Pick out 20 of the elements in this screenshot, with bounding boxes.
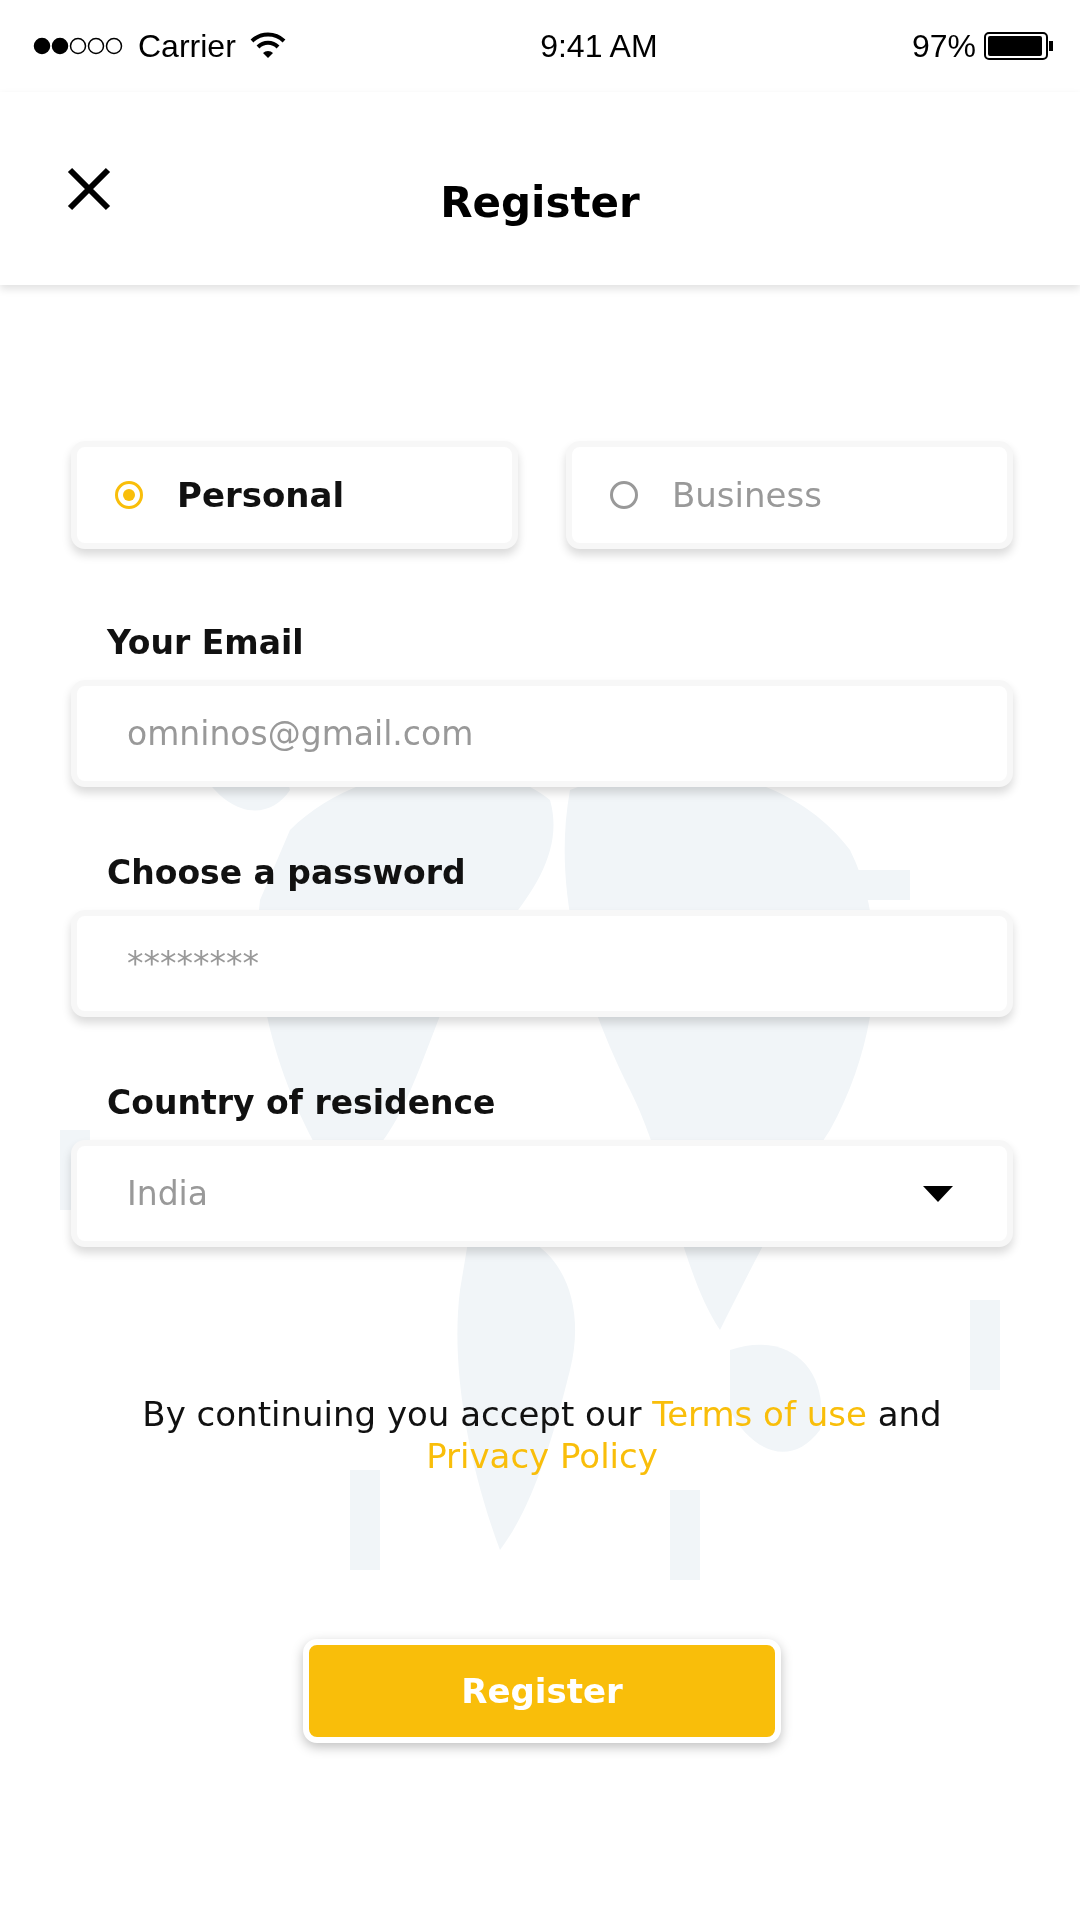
battery-percent: 97% (911, 27, 976, 65)
page-title: Register (440, 178, 640, 227)
terms-link[interactable]: Terms of use (652, 1394, 867, 1434)
battery-icon (984, 31, 1054, 61)
dropdown-caret-icon (923, 1185, 953, 1202)
status-time: 9:41 AM (540, 27, 658, 65)
close-button[interactable] (66, 165, 112, 212)
terms-text: By continuing you accept our Terms of use and Privacy Policy (141, 1393, 943, 1477)
privacy-link[interactable]: Privacy Policy (426, 1436, 658, 1476)
carrier-name: Carrier (138, 27, 236, 65)
signal-icon (32, 36, 124, 56)
wifi-icon (249, 32, 286, 60)
account-type-option[interactable]: Personal (71, 441, 518, 549)
account-type-option[interactable]: Business (566, 441, 1013, 549)
field-label: Country of residence (107, 1083, 497, 1122)
country-select[interactable]: India (71, 1140, 1013, 1247)
input-field[interactable]: ******** (71, 910, 1013, 1017)
field-label: Choose a password (107, 853, 467, 892)
field-label: Your Email (107, 623, 305, 662)
input-field[interactable]: omninos@gmail.com (71, 680, 1013, 787)
